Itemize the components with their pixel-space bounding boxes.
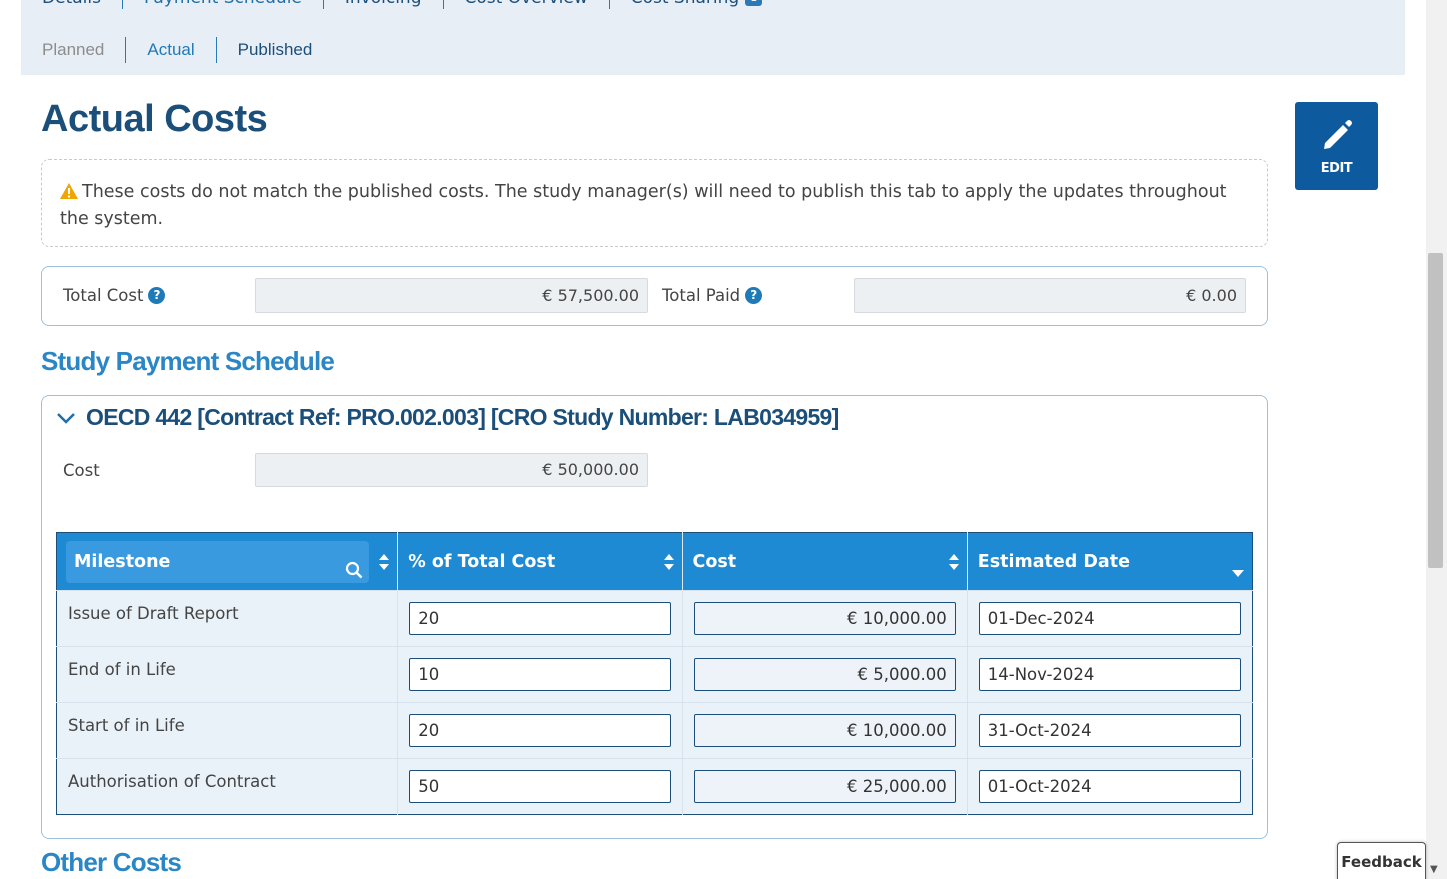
tab-details[interactable]: Details: [21, 0, 123, 9]
tab-payment-schedule[interactable]: Payment Schedule: [123, 0, 324, 9]
cost-field: € 10,000.00: [693, 602, 956, 635]
column-estimated-date-label: Estimated Date: [977, 551, 1130, 572]
edit-button-label: EDIT: [1320, 160, 1353, 176]
chevron-down-icon[interactable]: [56, 404, 76, 431]
warning-text: These costs do not match the published c…: [60, 182, 1227, 229]
percent-input[interactable]: [409, 770, 671, 803]
cost-sharing-badge: 1: [745, 0, 763, 6]
total-cost-label: Total Cost ?: [63, 286, 166, 305]
table-row: End of in Life € 5,000.00: [56, 646, 1253, 703]
totals-panel: Total Cost ? € 57,500.00 Total Paid ? € …: [41, 266, 1268, 326]
percent-input[interactable]: [409, 602, 671, 635]
main-tabs: Details Payment Schedule Invoicing Cost …: [21, 0, 783, 9]
percent-input[interactable]: [409, 714, 671, 747]
table-header-row: Milestone % of Total Cost Cost Estimated…: [56, 532, 1253, 591]
milestone-table: Milestone % of Total Cost Cost Estimated…: [56, 532, 1253, 815]
tab-cost-sharing-label: Cost Sharing: [631, 0, 739, 8]
column-cost[interactable]: Cost: [682, 532, 968, 591]
study-cost-field: € 50,000.00: [255, 453, 648, 487]
sub-tabs: Planned Actual Published: [21, 37, 333, 63]
total-cost-field: € 57,500.00: [255, 278, 648, 313]
study-header[interactable]: OECD 442 [Contract Ref: PRO.002.003] [CR…: [56, 404, 839, 431]
subtab-published[interactable]: Published: [217, 37, 334, 63]
total-paid-label-text: Total Paid: [662, 286, 741, 305]
help-icon[interactable]: ?: [745, 287, 763, 304]
date-input[interactable]: [978, 602, 1241, 635]
sort-descending-icon[interactable]: [1232, 562, 1244, 582]
edit-button[interactable]: EDIT: [1295, 102, 1378, 190]
table-row: Issue of Draft Report € 10,000.00: [56, 590, 1253, 647]
column-percent-label: % of Total Cost: [408, 551, 556, 572]
milestone-name: Issue of Draft Report: [56, 590, 399, 647]
milestone-name: End of in Life: [56, 646, 399, 703]
tab-invoicing[interactable]: Invoicing: [324, 0, 444, 9]
tab-cost-overview[interactable]: Cost Overview: [444, 0, 610, 9]
study-payment-schedule-title: Study Payment Schedule: [41, 346, 335, 376]
column-cost-label: Cost: [692, 551, 737, 572]
study-panel: OECD 442 [Contract Ref: PRO.002.003] [CR…: [41, 395, 1268, 839]
study-cost-label: Cost: [63, 461, 100, 480]
date-input[interactable]: [978, 714, 1241, 747]
subtab-planned[interactable]: Planned: [21, 37, 127, 63]
pencil-icon: [1319, 117, 1355, 157]
milestone-name: Authorisation of Contract: [56, 758, 399, 815]
cost-field: € 10,000.00: [693, 714, 956, 747]
column-percent[interactable]: % of Total Cost: [397, 532, 683, 591]
sort-icon[interactable]: [948, 553, 959, 570]
study-title: OECD 442 [Contract Ref: PRO.002.003] [CR…: [86, 404, 839, 430]
total-paid-field: € 0.00: [854, 278, 1246, 313]
date-input[interactable]: [978, 658, 1241, 691]
column-milestone[interactable]: Milestone: [56, 532, 399, 591]
percent-input[interactable]: [409, 658, 671, 691]
tab-cost-sharing[interactable]: Cost Sharing 1: [610, 0, 783, 9]
sort-icon[interactable]: [663, 553, 674, 570]
total-paid-label: Total Paid ?: [662, 286, 763, 305]
table-row: Start of in Life € 10,000.00: [56, 702, 1253, 759]
sort-icon[interactable]: [379, 553, 390, 570]
cost-field: € 25,000.00: [693, 770, 956, 803]
scroll-down-arrow-icon[interactable]: ▼: [1430, 864, 1438, 875]
column-estimated-date[interactable]: Estimated Date: [967, 532, 1253, 591]
help-icon[interactable]: ?: [148, 287, 166, 304]
other-costs-title: Other Costs: [41, 847, 182, 877]
milestone-filter[interactable]: Milestone: [66, 540, 370, 583]
feedback-button[interactable]: Feedback: [1337, 842, 1426, 879]
milestone-name: Start of in Life: [56, 702, 399, 759]
total-cost-label-text: Total Cost: [63, 286, 144, 305]
date-input[interactable]: [978, 770, 1241, 803]
page-title: Actual Costs: [41, 98, 268, 140]
page-scrollbar[interactable]: ▼: [1426, 0, 1447, 879]
column-milestone-label: Milestone: [74, 551, 171, 572]
scrollbar-thumb[interactable]: [1428, 253, 1443, 568]
warning-icon: [60, 182, 78, 207]
unpublished-warning: These costs do not match the published c…: [41, 159, 1268, 247]
table-row: Authorisation of Contract € 25,000.00: [56, 758, 1253, 815]
search-icon[interactable]: [345, 553, 363, 595]
subtab-actual[interactable]: Actual: [126, 37, 217, 63]
cost-field: € 5,000.00: [693, 658, 956, 691]
